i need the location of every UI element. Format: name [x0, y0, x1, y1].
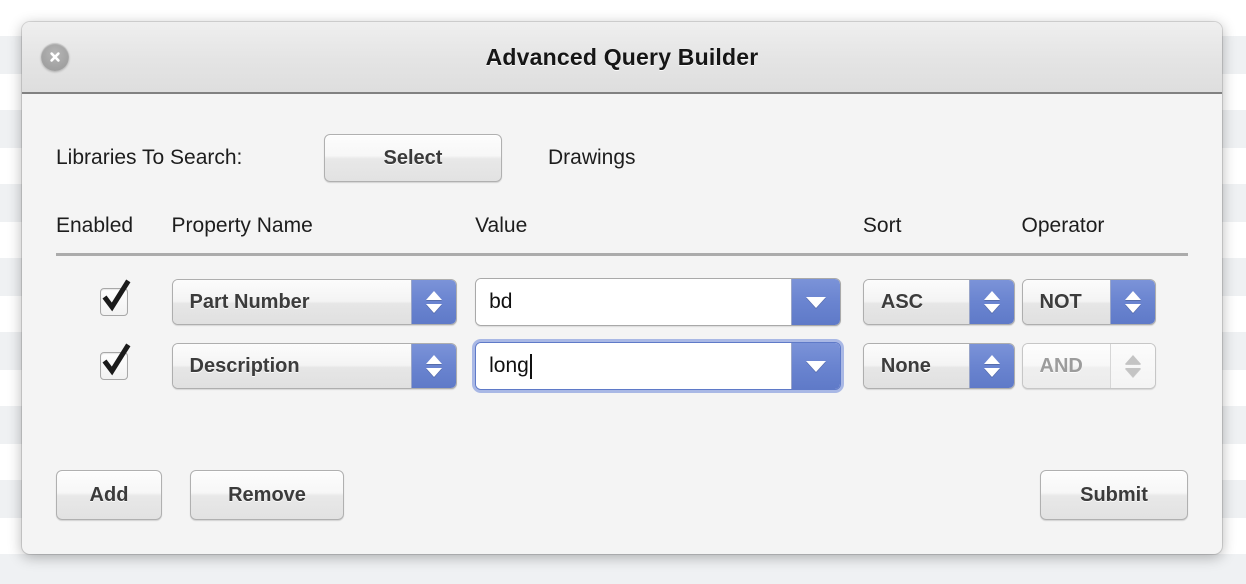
dialog-content: Libraries To Search: Select Drawings Ena… — [22, 94, 1222, 554]
cell-enabled — [56, 343, 172, 380]
property-name-stepper[interactable]: Description — [171, 343, 457, 389]
stepper-arrows-icon[interactable] — [410, 280, 456, 324]
stepper-arrows-icon[interactable] — [1109, 280, 1155, 324]
value-combobox[interactable]: bd — [475, 278, 842, 326]
column-headers: Enabled Property Name Value Sort Operato… — [56, 208, 1188, 238]
operator-value: NOT — [1022, 280, 1110, 324]
value-input-text: long — [489, 354, 529, 377]
cell-enabled — [56, 279, 172, 316]
cell-property-name: Description — [171, 343, 476, 389]
close-icon[interactable] — [41, 43, 69, 71]
header-value: Value — [475, 214, 528, 237]
chevron-up-icon — [983, 355, 1000, 364]
chevron-up-icon — [425, 355, 442, 364]
window-titlebar: Advanced Query Builder — [22, 22, 1222, 94]
cell-operator: NOT — [1021, 279, 1188, 325]
header-property-name: Property Name — [171, 214, 313, 237]
libraries-label: Libraries To Search: — [56, 146, 243, 169]
sort-stepper[interactable]: ASC — [862, 279, 1015, 325]
enabled-checkbox[interactable] — [99, 343, 131, 380]
text-cursor — [529, 353, 532, 379]
libraries-row: Libraries To Search: Select Drawings — [56, 134, 1188, 182]
header-operator: Operator — [1021, 214, 1105, 237]
desktop-background: Advanced Query Builder Libraries To Sear… — [0, 0, 1246, 584]
advanced-query-builder-dialog: Advanced Query Builder Libraries To Sear… — [22, 22, 1222, 554]
chevron-down-icon — [425, 368, 442, 377]
chevron-down-icon — [425, 304, 442, 313]
header-separator — [56, 253, 1188, 256]
chevron-up-icon — [1124, 291, 1141, 300]
property-name-stepper[interactable]: Part Number — [171, 279, 457, 325]
dialog-footer: Add Remove Submit — [56, 470, 1188, 520]
value-input[interactable]: long — [476, 343, 792, 389]
chevron-down-icon — [983, 304, 1000, 313]
chevron-down-icon — [806, 360, 827, 372]
value-dropdown-button[interactable] — [791, 279, 841, 325]
sort-value: None — [863, 344, 969, 388]
stepper-arrows-icon[interactable] — [410, 344, 456, 388]
chevron-down-icon — [983, 368, 1000, 377]
value-input[interactable]: bd — [476, 279, 792, 325]
value-dropdown-button[interactable] — [791, 343, 841, 389]
sort-stepper[interactable]: None — [862, 343, 1015, 389]
chevron-up-icon — [1124, 355, 1141, 364]
cell-sort: None — [862, 343, 1022, 389]
select-libraries-button[interactable]: Select — [324, 134, 502, 182]
cell-value: bd — [475, 278, 863, 326]
chevron-down-icon — [806, 296, 827, 308]
stepper-arrows-icon — [1109, 344, 1155, 388]
header-sort: Sort — [862, 214, 902, 237]
cell-sort: ASC — [862, 279, 1022, 325]
query-rows: Part Number bd ASC NOT Description long … — [56, 270, 1188, 398]
operator-stepper: AND — [1021, 343, 1156, 389]
property-name-value: Part Number — [172, 280, 411, 324]
selected-libraries-value: Drawings — [548, 146, 636, 169]
operator-value: AND — [1022, 344, 1110, 388]
cell-value: long — [475, 342, 863, 390]
stepper-arrows-icon[interactable] — [968, 280, 1014, 324]
submit-button[interactable]: Submit — [1040, 470, 1188, 520]
operator-stepper[interactable]: NOT — [1021, 279, 1156, 325]
header-enabled: Enabled — [56, 214, 134, 237]
table-row: Part Number bd ASC NOT — [56, 270, 1188, 334]
remove-button[interactable]: Remove — [190, 470, 344, 520]
chevron-up-icon — [425, 291, 442, 300]
chevron-up-icon — [983, 291, 1000, 300]
cell-property-name: Part Number — [171, 279, 476, 325]
stepper-arrows-icon[interactable] — [968, 344, 1014, 388]
cell-operator: AND — [1021, 343, 1188, 389]
enabled-checkbox[interactable] — [99, 279, 131, 316]
sort-value: ASC — [863, 280, 969, 324]
table-row: Description long None AND — [56, 334, 1188, 398]
window-title: Advanced Query Builder — [485, 43, 759, 70]
chevron-down-icon — [1124, 304, 1141, 313]
chevron-down-icon — [1124, 368, 1141, 377]
add-button[interactable]: Add — [56, 470, 162, 520]
property-name-value: Description — [172, 344, 411, 388]
value-combobox[interactable]: long — [475, 342, 842, 390]
